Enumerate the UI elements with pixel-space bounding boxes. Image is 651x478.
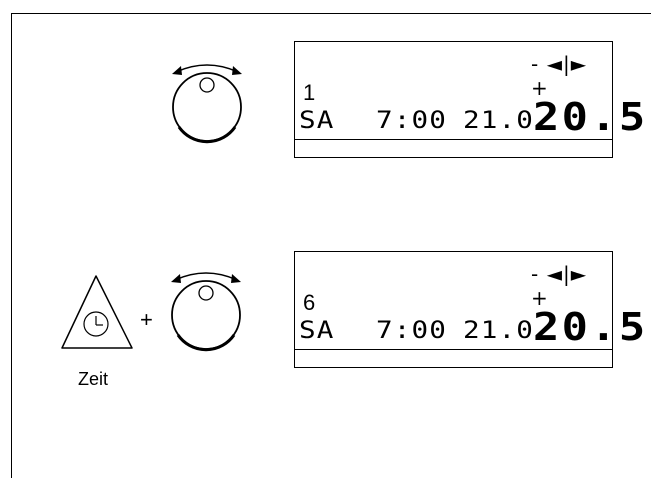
day-readout: SA: [299, 106, 335, 134]
plus-sign: +: [140, 307, 153, 332]
display-divider: [295, 139, 612, 140]
program-number: 6: [303, 290, 316, 315]
display-divider: [295, 349, 612, 350]
program-number: 1: [303, 80, 316, 105]
temperature-readout: 20.5: [533, 305, 648, 349]
clock-button-icon[interactable]: [58, 272, 138, 352]
rotary-knob-icon[interactable]: [163, 268, 253, 352]
setpoint-readout: 21.0: [463, 316, 535, 344]
day-readout: SA: [299, 316, 335, 344]
clock-button-label: Zeit: [78, 369, 109, 389]
frame-left-line: [11, 13, 12, 478]
setpoint-readout: 21.0: [463, 106, 535, 134]
time-readout: 7:00: [376, 106, 448, 134]
mode-indicator: - ◄|► +: [531, 262, 588, 310]
lcd-display-1: - ◄|► + 1 SA 7:00 21.0 20.5: [294, 41, 645, 158]
rotary-knob-icon[interactable]: [164, 60, 254, 144]
lcd-display-2: - ◄|► + 6 SA 7:00 21.0 20.5: [294, 251, 645, 368]
temperature-readout: 20.5: [533, 95, 648, 139]
frame-top-line: [11, 13, 651, 14]
mode-indicator: - ◄|► +: [531, 52, 588, 100]
time-readout: 7:00: [376, 316, 448, 344]
